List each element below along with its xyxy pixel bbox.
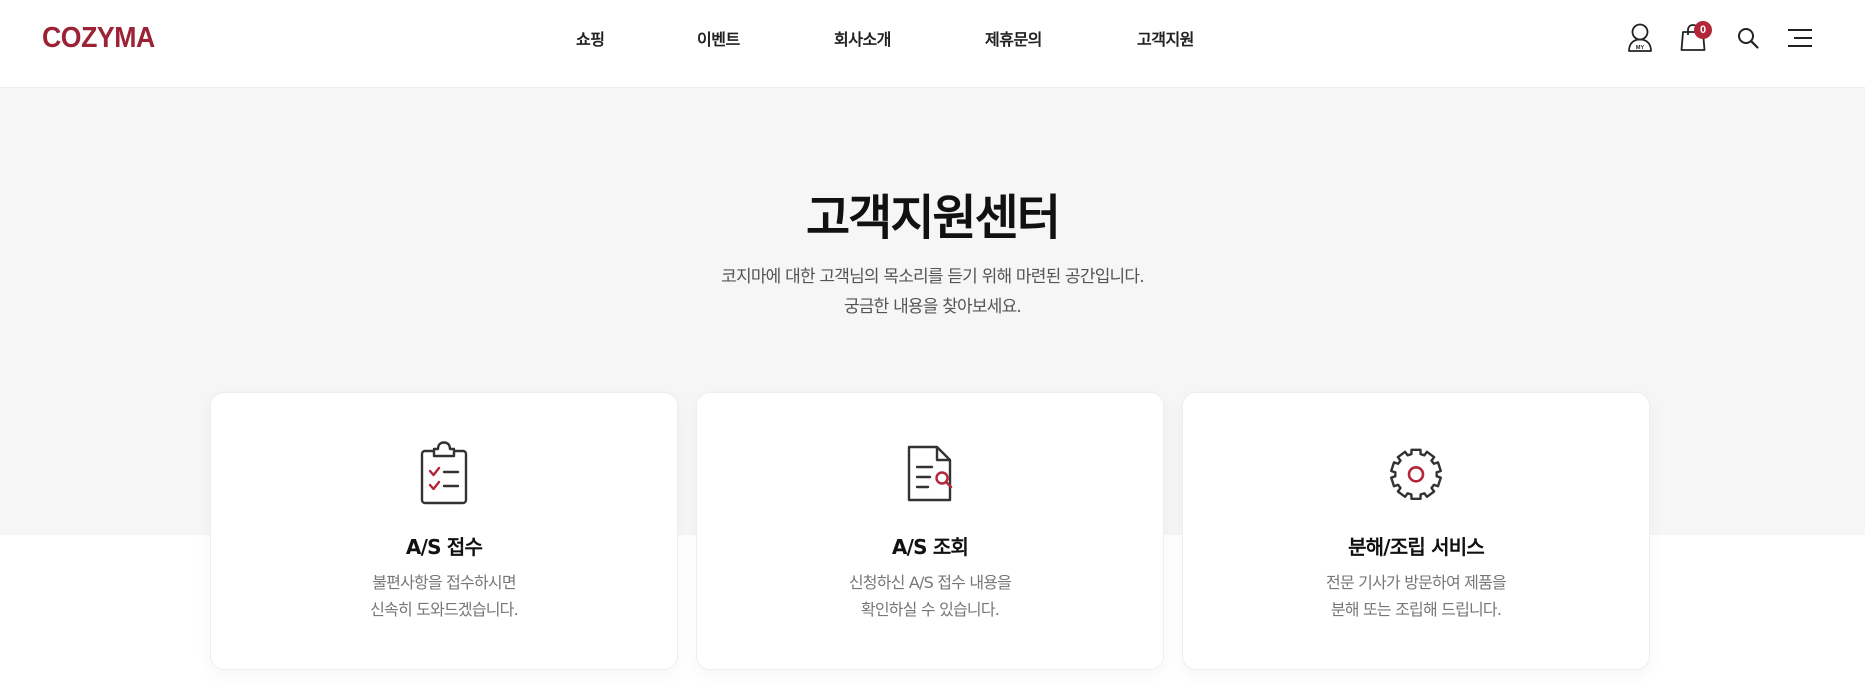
nav-item-company[interactable]: 회사소개 [834, 26, 891, 50]
site-header: COZYMA 쇼핑 이벤트 회사소개 제휴문의 고객지원 MY 0 [0, 0, 1865, 88]
hamburger-menu-icon [1788, 29, 1812, 47]
site-logo[interactable]: COZYMA [42, 22, 155, 55]
nav-item-support[interactable]: 고객지원 [1137, 26, 1194, 50]
search-icon [1738, 28, 1759, 49]
card-description-line-2: 확인하실 수 있습니다. [860, 600, 1000, 619]
user-icon: MY [1628, 23, 1652, 52]
clipboard-checklist-icon [420, 441, 468, 505]
card-description-line-2: 신속히 도와드겠습니다. [370, 600, 519, 619]
page-description: 코지마에 대한 고객님의 목소리를 듣기 위해 마련된 공간입니다. 궁금한 내… [0, 262, 1865, 322]
assembly-service-card[interactable]: 분해/조립 서비스 전문 기사가 방문하여 제품을 분해 또는 조립해 드립니다… [1182, 392, 1650, 670]
document-search-icon [907, 445, 953, 502]
card-title: A/S 접수 [405, 535, 483, 559]
card-description: 신청하신 A/S 접수 내용을 확인하실 수 있습니다. [697, 569, 1163, 623]
card-description-line-1: 신청하신 A/S 접수 내용을 [848, 573, 1012, 592]
card-description: 전문 기사가 방문하여 제품을 분해 또는 조립해 드립니다. [1183, 569, 1649, 623]
nav-item-event[interactable]: 이벤트 [697, 26, 740, 50]
card-description: 불편사항을 접수하시면 신속히 도와드겠습니다. [211, 569, 677, 623]
my-label: MY [1636, 45, 1645, 51]
as-request-card[interactable]: A/S 접수 불편사항을 접수하시면 신속히 도와드겠습니다. [210, 392, 678, 670]
nav-item-partnership[interactable]: 제휴문의 [985, 26, 1042, 50]
card-description-line-2: 분해 또는 조립해 드립니다. [1330, 600, 1502, 619]
page-description-line-2: 궁금한 내용을 찾아보세요. [843, 297, 1022, 317]
card-title: 분해/조립 서비스 [1348, 535, 1485, 559]
card-title: A/S 조회 [891, 535, 969, 559]
search-button[interactable] [1733, 22, 1763, 54]
gear-icon [1390, 448, 1442, 500]
cart-count-badge: 0 [1694, 21, 1712, 39]
page-title: 고객지원센터 [806, 190, 1061, 246]
card-description-line-1: 전문 기사가 방문하여 제품을 [1326, 573, 1507, 592]
nav-item-shopping[interactable]: 쇼핑 [576, 26, 605, 50]
page-description-line-1: 코지마에 대한 고객님의 목소리를 듣기 위해 마련된 공간입니다. [721, 267, 1144, 287]
as-lookup-card[interactable]: A/S 조회 신청하신 A/S 접수 내용을 확인하실 수 있습니다. [696, 392, 1164, 670]
menu-button[interactable] [1785, 22, 1815, 54]
card-description-line-1: 불편사항을 접수하시면 [372, 573, 516, 592]
my-page-button[interactable]: MY [1625, 22, 1655, 54]
